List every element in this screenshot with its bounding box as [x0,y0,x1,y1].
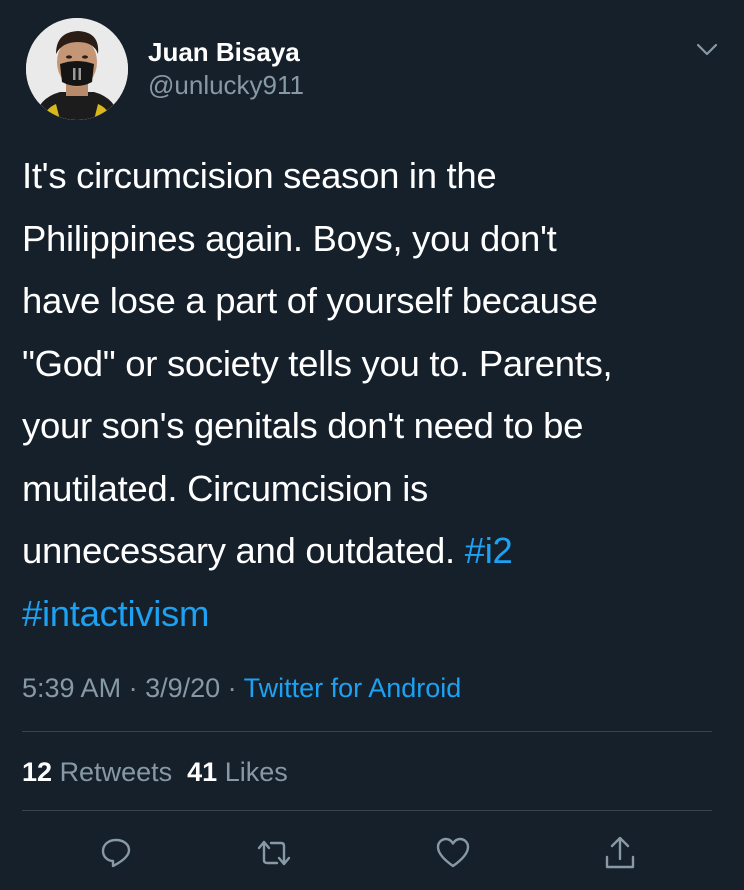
tweet-source-link[interactable]: Twitter for Android [244,673,462,703]
tweet-text-line: #intactivism [22,583,722,646]
reply-icon [101,838,131,868]
tweet-header: Juan Bisaya @unlucky911 [22,18,722,122]
meta-separator: · [220,673,244,703]
heart-icon [436,837,470,868]
retweet-icon [257,840,291,866]
tweet-text-line: Philippines again. Boys, you don't [22,217,557,259]
tweet-text-line: have lose a part of yourself because [22,280,598,321]
reply-button[interactable] [91,828,141,878]
tweet-text: It's circumcision season in the Philippi… [22,145,722,645]
chevron-down-icon [696,43,718,56]
tweet-date[interactable]: 3/9/20 [145,673,220,703]
avatar-image [26,18,128,120]
meta-separator: · [121,673,146,703]
author-info[interactable]: Juan Bisaya @unlucky911 [148,36,304,102]
retweets-stat[interactable]: 12 Retweets [22,757,172,787]
likes-count: 41 [187,757,218,787]
retweets-count: 12 [22,757,53,787]
hashtag-link[interactable]: #i2 [465,530,513,571]
tweet-time[interactable]: 5:39 AM [22,673,121,703]
likes-stat[interactable]: 41 Likes [187,757,288,787]
hashtag-link[interactable]: #intactivism [22,593,209,634]
tweet-text-line: It's circumcision season in the [22,155,497,196]
tweet-text-line: mutilated. Circumcision is [22,467,428,509]
like-button[interactable] [428,828,478,878]
tweet-text-line: your son's genitals don't need to be [22,405,584,446]
divider [22,810,712,811]
avatar[interactable] [26,18,128,120]
tweet-meta: 5:39 AM · 3/9/20 · Twitter for Android [22,670,461,706]
retweets-label: Retweets [59,757,173,787]
tweet-stats: 12 Retweets 41 Likes [22,754,288,790]
user-handle[interactable]: @unlucky911 [148,68,304,102]
tweet-text-fragment: unnecessary and outdated. [22,530,465,571]
share-icon [605,836,635,869]
likes-label: Likes [224,757,288,787]
divider [22,731,712,732]
more-options-button[interactable] [692,40,722,60]
action-bar [0,828,744,878]
tweet-text-line: "God" or society tells you to. Parents, [22,342,613,384]
tweet-text-line: unnecessary and outdated. #i2 [22,520,722,583]
display-name[interactable]: Juan Bisaya [148,36,304,68]
tweet: Juan Bisaya @unlucky911 It's circumcisio… [0,0,744,890]
share-button[interactable] [595,828,645,878]
retweet-button[interactable] [249,828,299,878]
